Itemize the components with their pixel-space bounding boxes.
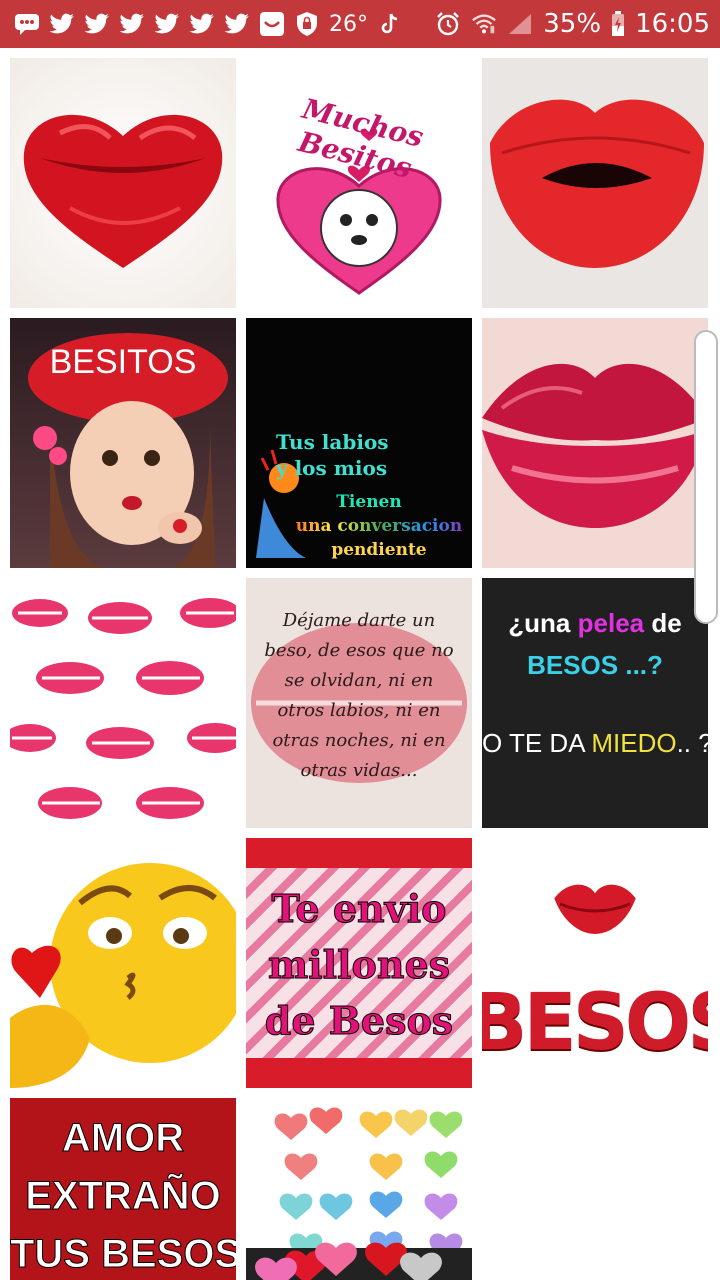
clock-time: 16:05 [635,9,710,39]
pelea-line1: ¿una pelea de [482,608,708,639]
sticker-tile[interactable]: BESITOS [10,318,236,568]
twitter-icon [189,11,215,37]
alarm-icon [435,11,461,37]
signal-icon [507,11,533,37]
kissing-emoji-image [10,863,236,1088]
sticker-tile[interactable] [482,58,708,308]
inbox-icon [259,11,285,37]
sticker-tile[interactable] [482,318,708,568]
sticker-tile[interactable] [10,838,236,1088]
pelea-line1-a: ¿una [508,608,578,638]
battery-icon [611,11,625,37]
tus-labios-line2: y los mios [276,456,388,480]
pelea-line3: O TE DA MIEDO.. ?? [482,728,708,759]
tus-labios-line1: Tus labios [276,430,389,454]
sticker-tile[interactable] [10,578,236,828]
tus-labios-line3: Tienen [336,492,402,512]
te-envio-line2: millones [267,942,451,988]
pelea-line3-a: O TE DA [482,728,592,758]
heart-lips-image [23,114,223,268]
amor-line1: AMOR [61,1116,185,1161]
sticker-tile[interactable]: ¿una pelea de BESOS ...? O TE DA MIEDO..… [482,578,708,828]
wifi-icon [471,11,497,37]
tiktok-icon [377,11,403,37]
system-icons: 35% 16:05 [435,9,710,39]
pelea-line3-b: MIEDO [591,728,677,758]
amor-line2: EXTRAÑO [25,1174,222,1219]
lock-shield-icon [294,11,320,37]
tus-labios-line5: pendiente [331,540,427,560]
dejame-darte-text: Déjame darte un beso, de esos que no se … [264,610,454,781]
pelea-line3-c: .. ?? [676,728,708,758]
sticker-tile[interactable] [10,58,236,308]
twitter-icon [84,11,110,37]
temperature-text: 26° [329,11,368,37]
sticker-tile[interactable]: Muchos Besitos [246,58,472,308]
sticker-tile[interactable]: Déjame darte un beso, de esos que no se … [246,578,472,828]
besos-glitter-text: BESOS [482,978,708,1068]
kiss-pattern-image [10,598,236,819]
hearts-image [246,1107,472,1280]
tus-labios-line4: una conversacion [286,516,472,536]
twitter-icon [154,11,180,37]
twitter-icon [224,11,250,37]
notification-icons: 26° [14,11,435,37]
sticker-tile[interactable] [246,1098,472,1280]
battery-percent: 35% [543,9,602,39]
pelea-line1-c: de [644,608,682,638]
message-icon [14,11,40,37]
sticker-tile[interactable]: BESOS [482,838,708,1088]
te-envio-line1: Te envio [271,886,447,932]
te-envio-line3: de Besos [264,998,454,1044]
sticker-tile[interactable]: Tus labios y los mios Tienen una convers… [246,318,472,568]
sticker-tile[interactable]: AMOR EXTRAÑO TUS BESOS [10,1098,236,1280]
twitter-icon [49,11,75,37]
glossy-lips-image [482,363,708,528]
amor-line3: TUS BESOS [10,1232,236,1277]
felt-lips-image [490,99,704,268]
twitter-icon [119,11,145,37]
besitos-text: BESITOS [49,343,197,381]
pelea-line2: BESOS ...? [527,650,663,680]
fast-scroll-handle[interactable] [694,330,718,624]
pelea-line1-b: pelea [577,608,645,638]
sticker-tile[interactable]: Te envio millones de Besos [246,838,472,1088]
status-bar: 26° 35% 16:05 [0,0,720,48]
